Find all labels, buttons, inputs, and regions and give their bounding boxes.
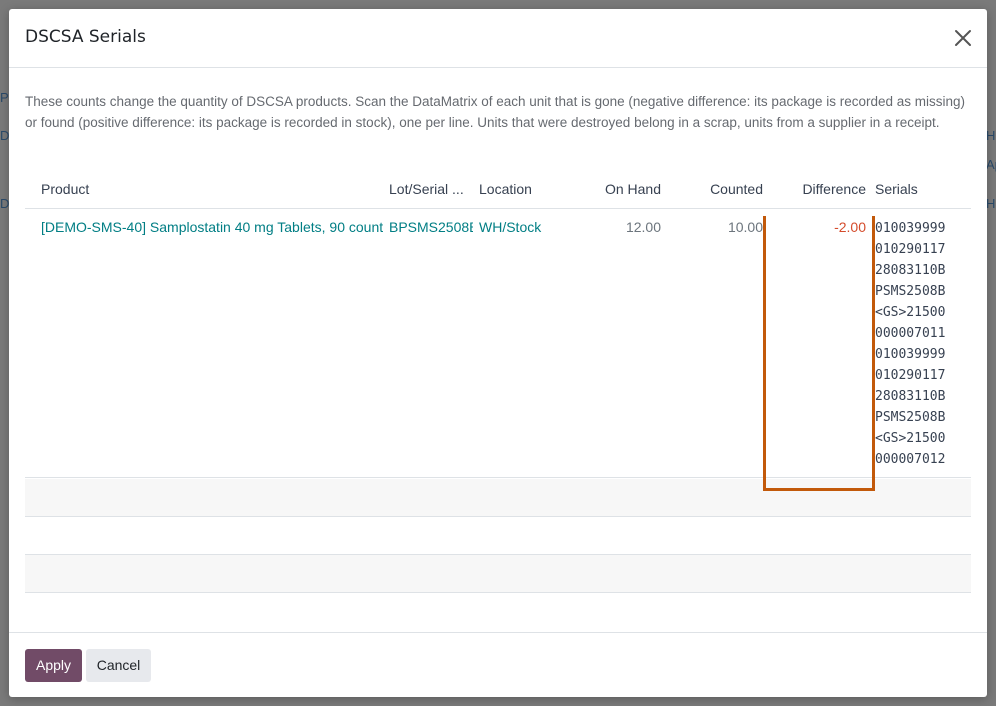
dscsa-serials-dialog: DSCSA Serials These counts change the qu… bbox=[9, 9, 987, 697]
location-link[interactable]: WH/Stock bbox=[479, 219, 559, 235]
dialog-title: DSCSA Serials bbox=[25, 27, 146, 47]
column-header-serials[interactable]: Serials bbox=[875, 181, 965, 197]
dialog-instructions: These counts change the quantity of DSCS… bbox=[25, 94, 966, 130]
background-text: Hi bbox=[986, 128, 996, 143]
empty-row bbox=[25, 517, 971, 555]
cancel-button[interactable]: Cancel bbox=[86, 649, 151, 682]
difference-value: -2.00 bbox=[834, 219, 866, 235]
column-header-lot[interactable]: Lot/Serial ... bbox=[389, 181, 471, 197]
serials-field[interactable]: 010039999 010290117 28083110B PSMS2508B … bbox=[875, 218, 945, 470]
column-header-counted[interactable]: Counted bbox=[665, 181, 763, 197]
column-header-location[interactable]: Location bbox=[479, 181, 569, 197]
table-header: Product Lot/Serial ... Location On Hand … bbox=[25, 177, 971, 209]
dialog-header: DSCSA Serials bbox=[9, 9, 987, 68]
on-hand-value: 12.00 bbox=[625, 219, 661, 235]
column-header-product[interactable]: Product bbox=[41, 181, 341, 197]
empty-row bbox=[25, 479, 971, 517]
apply-button[interactable]: Apply bbox=[25, 649, 82, 682]
counted-value[interactable]: 10.00 bbox=[665, 219, 763, 235]
dialog-footer: Apply Cancel bbox=[9, 632, 987, 697]
table-row[interactable]: [DEMO-SMS-40] Samplostatin 40 mg Tablets… bbox=[25, 209, 971, 478]
product-link[interactable]: [DEMO-SMS-40] Samplostatin 40 mg Tablets… bbox=[41, 219, 383, 235]
background-text: Hi bbox=[986, 196, 996, 211]
empty-row bbox=[25, 555, 971, 593]
background-text: Ap bbox=[986, 157, 996, 172]
lot-link[interactable]: BPSMS2508B bbox=[389, 219, 473, 235]
column-header-on-hand[interactable]: On Hand bbox=[565, 181, 661, 197]
close-icon[interactable] bbox=[951, 26, 975, 50]
column-header-difference[interactable]: Difference bbox=[767, 181, 866, 197]
